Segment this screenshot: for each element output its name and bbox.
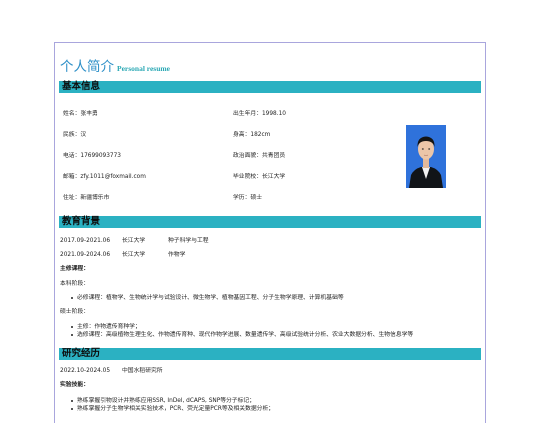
- edu-major-1: 种子科学与工程: [168, 238, 209, 244]
- bullet-dot: [71, 326, 74, 329]
- title-english: Personal resume: [117, 64, 170, 73]
- skills-title: 实验技能：: [60, 382, 89, 388]
- resume-sheet: 个人简介 Personal resume 基本信息 姓名：张丰勇 民族：汉 电话：…: [54, 42, 486, 423]
- info-birth: 出生年月：1998.10: [233, 111, 286, 117]
- undergrad-label: 本科阶段：: [60, 281, 89, 287]
- edu-school-1: 长江大学: [122, 238, 146, 244]
- skill-item: 熟练掌握分子生物学相关实验技术，PCR、荧光定量PCR等及相关数据分析；: [77, 406, 275, 412]
- section-title-research: 研究经历: [62, 348, 101, 359]
- info-political: 政治面貌：共青团员: [233, 153, 286, 159]
- info-phone: 电话：17699093773: [63, 153, 121, 159]
- resume-title: 个人简介 Personal resume: [60, 55, 170, 75]
- bullet-dot: [71, 400, 74, 403]
- person-icon: [406, 125, 446, 188]
- research-place: 中国水稻研究所: [122, 368, 163, 374]
- section-bar-education: 教育背景: [59, 216, 481, 228]
- section-title-education: 教育背景: [62, 216, 101, 227]
- portrait-photo: [406, 125, 446, 188]
- skill-item: 熟练掌握引物设计并熟练应用SSR, InDel, dCAPS, SNP等分子标记…: [77, 398, 255, 404]
- edu-period-2: 2021.09-2024.06: [60, 252, 111, 258]
- master-course-item: 选修课程：高级植物生理生化、作物遗传育种、现代作物学进展、数量遗传学、高级试验统…: [77, 332, 414, 338]
- edu-major-2: 作物学: [168, 252, 186, 258]
- section-bar-basic: 基本信息: [59, 81, 481, 93]
- info-address: 住址：新疆博乐市: [63, 195, 110, 201]
- bullet-dot: [71, 408, 74, 411]
- master-label: 硕士阶段：: [60, 309, 89, 315]
- courses-title: 主修课程：: [60, 266, 89, 272]
- info-ethnicity: 民族：汉: [63, 132, 87, 138]
- info-school: 毕业院校：长江大学: [233, 174, 286, 180]
- section-bar-research: 研究经历: [59, 348, 481, 360]
- info-name: 姓名：张丰勇: [63, 111, 98, 117]
- undergrad-course-item: 必修课程：植物学、生物统计学与试验设计、微生物学、植物基因工程、分子生物学原理、…: [77, 295, 344, 301]
- info-degree: 学历：硕士: [233, 195, 262, 201]
- bullet-dot: [71, 334, 74, 337]
- research-period: 2022.10-2024.05: [60, 368, 111, 374]
- section-title-basic: 基本信息: [62, 81, 101, 92]
- info-height: 身高：182cm: [233, 132, 271, 138]
- title-chinese: 个人简介: [60, 59, 114, 75]
- master-course-item: 主修：作物遗传育种学；: [77, 324, 141, 330]
- bullet-dot: [71, 297, 74, 300]
- edu-period-1: 2017.09-2021.06: [60, 238, 111, 244]
- edu-school-2: 长江大学: [122, 252, 146, 258]
- info-email: 邮箱：zfy.1011@foxmail.com: [63, 174, 146, 180]
